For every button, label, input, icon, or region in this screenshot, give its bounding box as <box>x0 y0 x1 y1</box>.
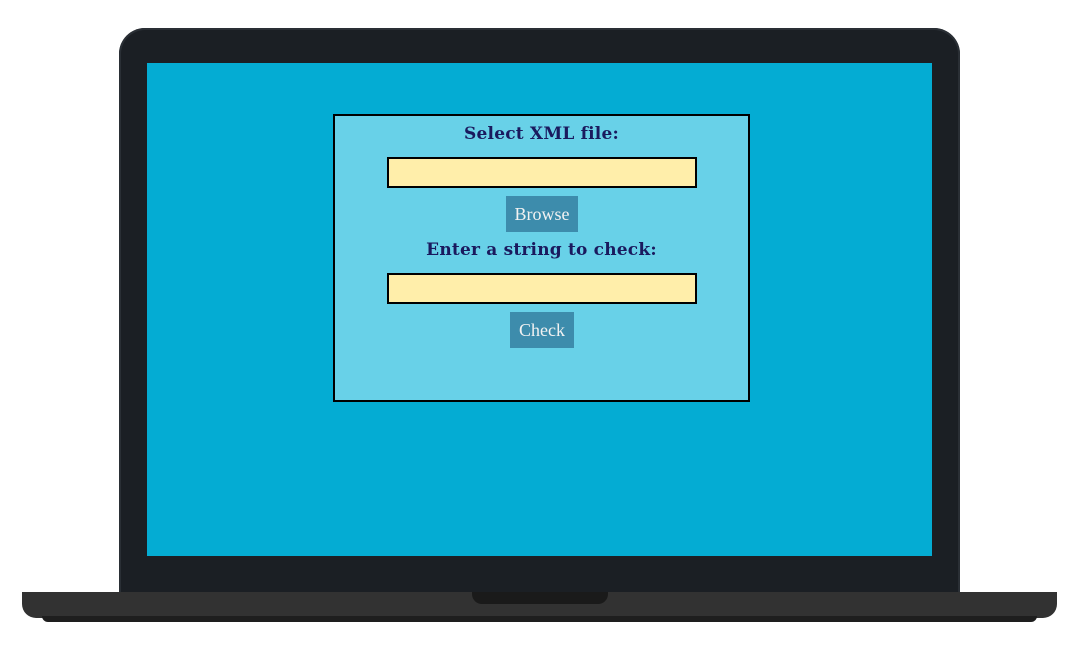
browse-button[interactable]: Browse <box>506 196 578 232</box>
string-input[interactable] <box>387 273 697 304</box>
laptop-base-edge <box>42 616 1037 622</box>
xml-check-form: Select XML file: Browse Enter a string t… <box>333 114 750 402</box>
check-button[interactable]: Check <box>510 312 574 348</box>
xml-file-label: Select XML file: <box>464 124 619 144</box>
laptop-opening-notch <box>472 592 608 604</box>
string-label: Enter a string to check: <box>426 240 657 260</box>
xml-file-field[interactable] <box>387 157 697 188</box>
